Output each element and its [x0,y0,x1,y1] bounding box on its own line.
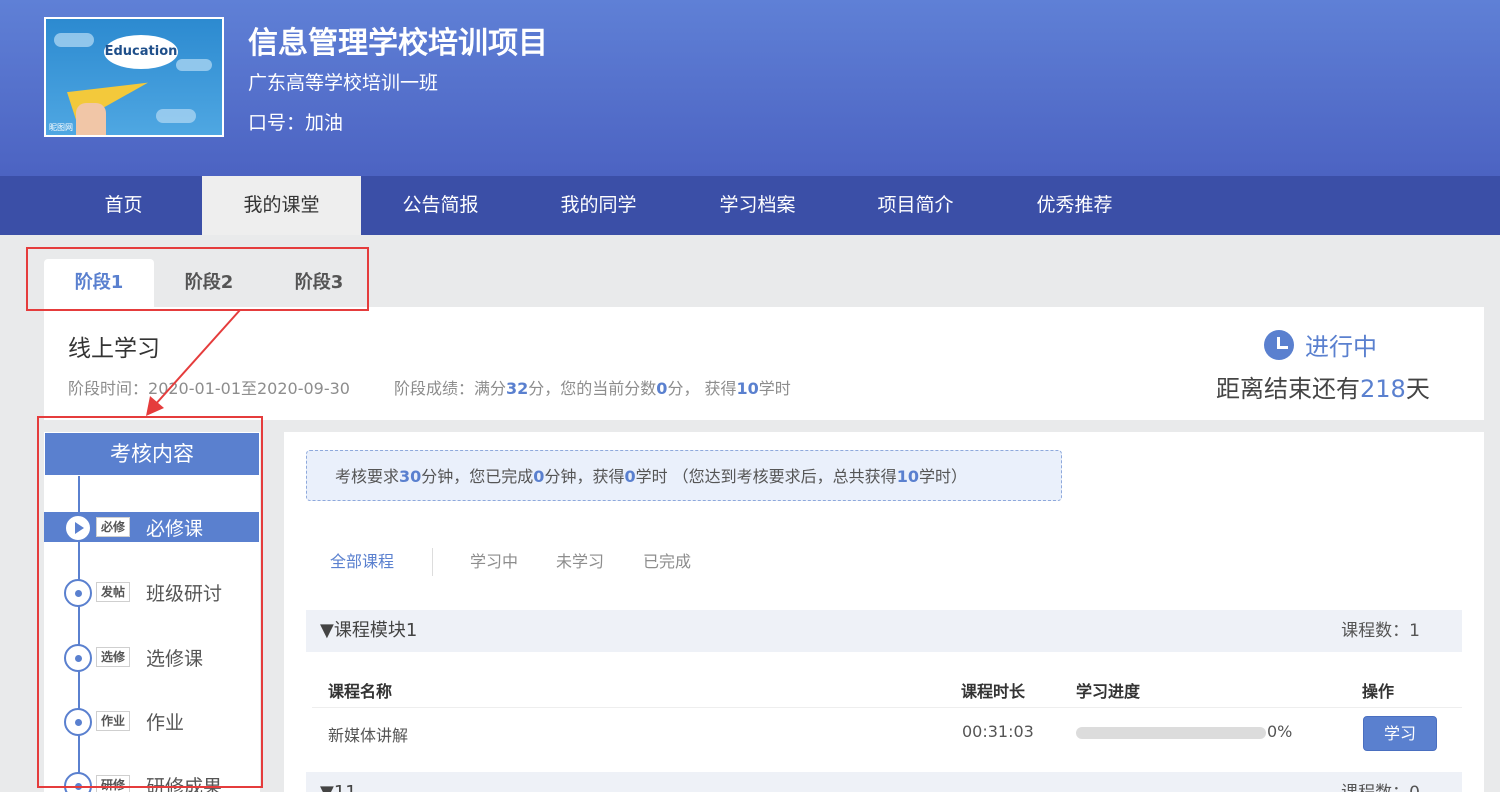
main-nav: 首页 我的课堂 公告简报 我的同学 学习档案 项目简介 优秀推荐 [0,176,1500,235]
module-course-count: 课程数：1 [1341,621,1420,641]
module-course-count: 课程数：0 [1341,772,1420,792]
module-name: ▼11 [320,772,357,792]
project-title: 信息管理学校培训项目 [248,26,548,61]
module-name: ▼课程模块1 [320,620,418,641]
nav-item-learning-records[interactable]: 学习档案 [678,176,837,235]
module-header[interactable]: ▼11 课程数：0 [306,772,1462,792]
column-header-action: 操作 [1362,682,1395,701]
course-duration: 00:31:03 [962,722,1034,741]
nav-item-home[interactable]: 首页 [44,176,203,235]
filter-not-started[interactable]: 未学习 [556,548,604,572]
nav-item-recommendations[interactable]: 优秀推荐 [995,176,1154,235]
stage-status: 进行中 [1305,333,1377,361]
module-header[interactable]: ▼课程模块1 课程数：1 [306,610,1462,652]
logo-bubble: Education [104,35,178,69]
project-logo: Education 昵图网 [44,17,224,137]
table-divider [312,707,1462,708]
nav-item-project-intro[interactable]: 项目简介 [836,176,995,235]
cloud-icon [54,33,94,47]
filter-all[interactable]: 全部课程 [330,548,394,572]
cloud-icon [176,59,212,71]
stage-info-panel: 线上学习 阶段时间：2020-01-01至2020-09-30 阶段成绩：满分3… [44,307,1484,420]
study-button[interactable]: 学习 [1363,716,1437,751]
cloud-icon [156,109,196,123]
nav-item-classmates[interactable]: 我的同学 [519,176,678,235]
logo-watermark: 昵图网 [49,123,73,132]
nav-item-my-classroom[interactable]: 我的课堂 [202,176,361,235]
slogan: 口号：加油 [248,112,344,134]
column-header-duration: 课程时长 [961,682,1026,701]
header: Education 昵图网 信息管理学校培训项目 广东高等学校培训一班 口号：加… [0,0,1500,176]
annotation-box-sidebar [37,416,263,788]
filter-divider [432,548,433,576]
filter-completed[interactable]: 已完成 [643,548,691,572]
countdown: 距离结束还有218天 [1216,375,1430,403]
clock-icon [1264,330,1294,360]
assessment-notice: 考核要求30分钟，您已完成0分钟，获得0学时 （您达到考核要求后，总共获得10学… [306,450,1062,501]
annotation-box-stage-tabs [26,247,369,311]
stage-score: 阶段成绩：满分32分，您的当前分数0分， 获得10学时 [394,379,791,398]
progress-text: 0% [1267,722,1293,741]
column-header-progress: 学习进度 [1076,682,1141,701]
filter-in-progress[interactable]: 学习中 [470,548,518,572]
annotation-arrow-icon [146,309,241,416]
class-name: 广东高等学校培训一班 [248,72,439,94]
progress-bar [1076,727,1266,739]
column-header-course-name: 课程名称 [328,682,393,701]
nav-item-announcements[interactable]: 公告简报 [361,176,520,235]
course-name[interactable]: 新媒体讲解 [328,722,408,746]
hand-icon [76,103,106,135]
